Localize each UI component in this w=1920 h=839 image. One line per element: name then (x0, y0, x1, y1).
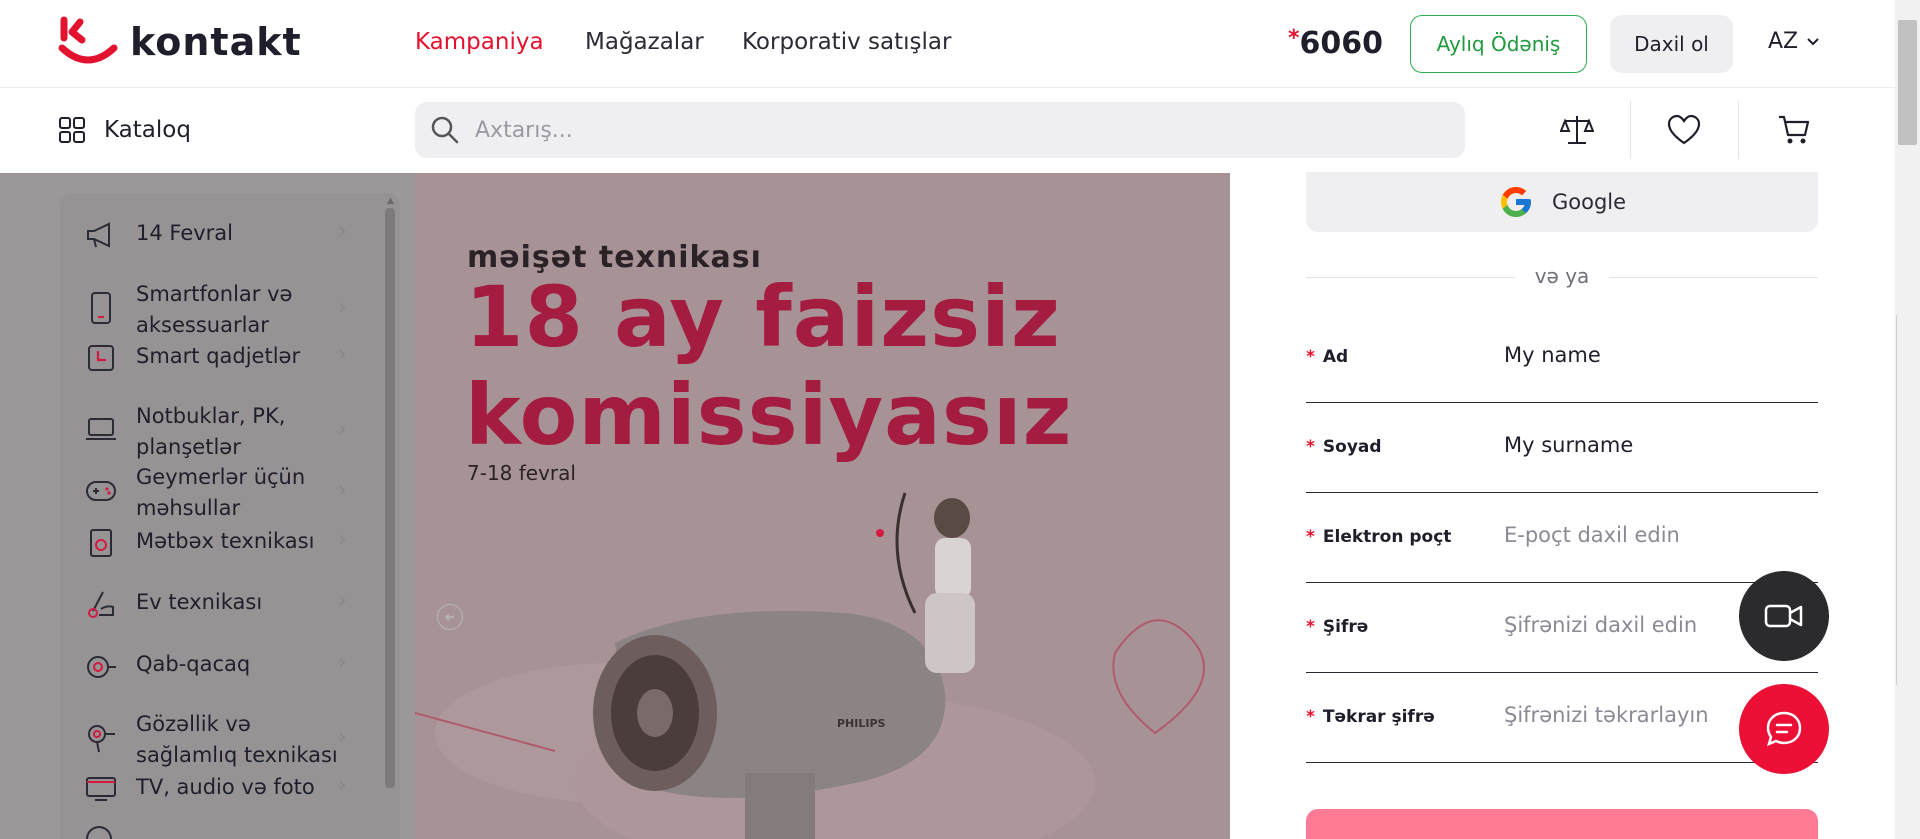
chevron-right-icon: › (338, 650, 347, 675)
chevron-right-icon: › (338, 588, 347, 613)
laptop-icon (84, 413, 118, 447)
banner-title-line1: 18 ay faizsiz (465, 268, 1061, 366)
search-icon (431, 116, 459, 144)
sidebar-item-metbex[interactable]: Mətbəx texnikası (84, 526, 354, 560)
grid-icon (59, 117, 85, 143)
last-name-label: * Soyad (1306, 437, 1382, 457)
sidebar-item-label: Qab-qacaq (136, 652, 251, 676)
hotline-number[interactable]: *6060 (1288, 26, 1383, 61)
chevron-right-icon: › (338, 342, 347, 367)
first-name-field: * Ad (1306, 313, 1818, 403)
last-name-field: * Soyad (1306, 403, 1818, 493)
logo-text: kontakt (130, 20, 302, 64)
panel-scroll-line (1896, 315, 1897, 685)
favorites-button[interactable] (1660, 106, 1708, 154)
hotline-star: * (1288, 26, 1300, 51)
hotline-digits: 6060 (1299, 26, 1384, 61)
email-label: * Elektron poçt (1306, 527, 1452, 547)
chevron-right-icon: › (338, 219, 347, 244)
monthly-payment-button[interactable]: Aylıq Ödəniş (1410, 15, 1587, 73)
page-scrollbar-thumb[interactable] (1898, 20, 1917, 145)
sidebar-item-notbuklar[interactable]: Notbuklar, PK, planşetlər (84, 401, 354, 463)
search-bar[interactable] (415, 102, 1465, 158)
sidebar-item-label: Geymerlər üçün məhsullar (136, 465, 306, 520)
smartphone-icon (84, 291, 118, 325)
language-selector[interactable]: AZ (1768, 29, 1820, 54)
chevron-right-icon: › (338, 773, 347, 798)
sidebar-item-label: Mətbəx texnikası (136, 529, 315, 553)
sidebar-item-14-fevral[interactable]: 14 Fevral (84, 218, 354, 252)
catalog-button[interactable]: Kataloq (58, 116, 191, 144)
video-camera-icon (1764, 604, 1803, 628)
or-text: və ya (1515, 264, 1609, 288)
sidebar-item-label: Smart qadjetlər (136, 344, 301, 368)
language-label: AZ (1768, 29, 1799, 54)
compare-button[interactable] (1553, 106, 1601, 154)
cookware-icon (84, 649, 118, 683)
sidebar-item-geymerler[interactable]: Geymerlər üçün məhsullar (84, 462, 354, 524)
chat-button[interactable] (1739, 684, 1829, 774)
cart-button[interactable] (1770, 106, 1818, 154)
banner-prev-button[interactable] (437, 604, 463, 630)
google-signin-button[interactable]: Google (1306, 172, 1818, 232)
chevron-right-icon: › (338, 527, 347, 552)
smartwatch-icon (84, 341, 118, 375)
nav-magazalar[interactable]: Mağazalar (585, 29, 704, 55)
vacuum-icon (84, 587, 118, 621)
chevron-right-icon: › (338, 295, 347, 320)
sidebar-item-qab-qacaq[interactable]: Qab-qacaq (84, 649, 354, 683)
login-button[interactable]: Daxil ol (1610, 15, 1733, 73)
sidebar-item-label: TV, audio və foto (136, 775, 315, 799)
first-name-input[interactable] (1504, 343, 1804, 367)
password-label: * Şifrə (1306, 617, 1369, 637)
banner-title: 18 ay faizsiz komissiyasız (465, 268, 1073, 464)
sidebar-item-smart-qadjetler[interactable]: Smart qadjetlər (84, 341, 354, 375)
first-name-label: * Ad (1306, 347, 1349, 367)
banner-title-line2: komissiyasız (465, 366, 1073, 464)
arrow-left-icon (444, 613, 454, 621)
chevron-down-icon (1807, 37, 1819, 45)
sidebar-item-label: Smartfonlar və aksessuarlar (136, 282, 293, 337)
sidebar-item-label: Gözəllik və sağlamlıq texnikası (136, 712, 338, 767)
chevron-right-icon: › (338, 725, 347, 750)
chat-bubble-icon (1766, 711, 1802, 747)
megaphone-icon (84, 218, 118, 252)
gamepad-icon (84, 474, 118, 508)
catalog-label: Kataloq (104, 117, 191, 143)
chevron-right-icon: › (338, 417, 347, 442)
submit-button[interactable] (1306, 809, 1818, 839)
scroll-up-arrow-icon[interactable]: ▲ (387, 196, 394, 206)
sidebar-item-tv-audio[interactable]: TV, audio və foto (84, 772, 354, 806)
nav-korporativ[interactable]: Korporativ satışlar (742, 29, 951, 55)
sidebar-item-ev-texnikasi[interactable]: Ev texnikası (84, 587, 354, 621)
scales-icon (1560, 116, 1594, 144)
hairdryer-icon (84, 721, 118, 755)
video-call-button[interactable] (1739, 571, 1829, 661)
last-name-input[interactable] (1504, 433, 1804, 457)
chevron-right-icon: › (338, 478, 347, 503)
nav-kampaniya[interactable]: Kampaniya (415, 29, 544, 55)
search-input[interactable] (475, 117, 1375, 143)
heart-icon (1667, 114, 1701, 145)
logo[interactable]: kontakt (58, 16, 302, 68)
sidebar-item-smartfonlar[interactable]: Smartfonlar və aksessuarlar (84, 279, 354, 341)
kontakt-logo-icon (58, 16, 118, 64)
divider (1630, 101, 1631, 159)
email-input[interactable] (1504, 523, 1804, 547)
divider (1738, 101, 1739, 159)
email-field: * Elektron poçt (1306, 493, 1818, 583)
sidebar-item-label: 14 Fevral (136, 221, 234, 245)
tv-icon (84, 772, 118, 806)
sidebar-item-label: Notbuklar, PK, planşetlər (136, 404, 286, 459)
product-brand: PHILIPS (837, 717, 886, 730)
sidebar-item-gozellik[interactable]: Gözəllik və sağlamlıq texnikası (84, 709, 354, 771)
repeat-password-label: * Təkrar şifrə (1306, 707, 1435, 727)
google-icon (1500, 187, 1531, 217)
banner-dates: 7-18 fevral (467, 461, 576, 485)
google-label: Google (1551, 190, 1627, 214)
sidebar-item-label: Ev texnikası (136, 590, 263, 614)
sidebar-scrollbar[interactable] (385, 208, 395, 788)
cart-icon (1779, 115, 1810, 144)
oven-icon (84, 526, 118, 560)
